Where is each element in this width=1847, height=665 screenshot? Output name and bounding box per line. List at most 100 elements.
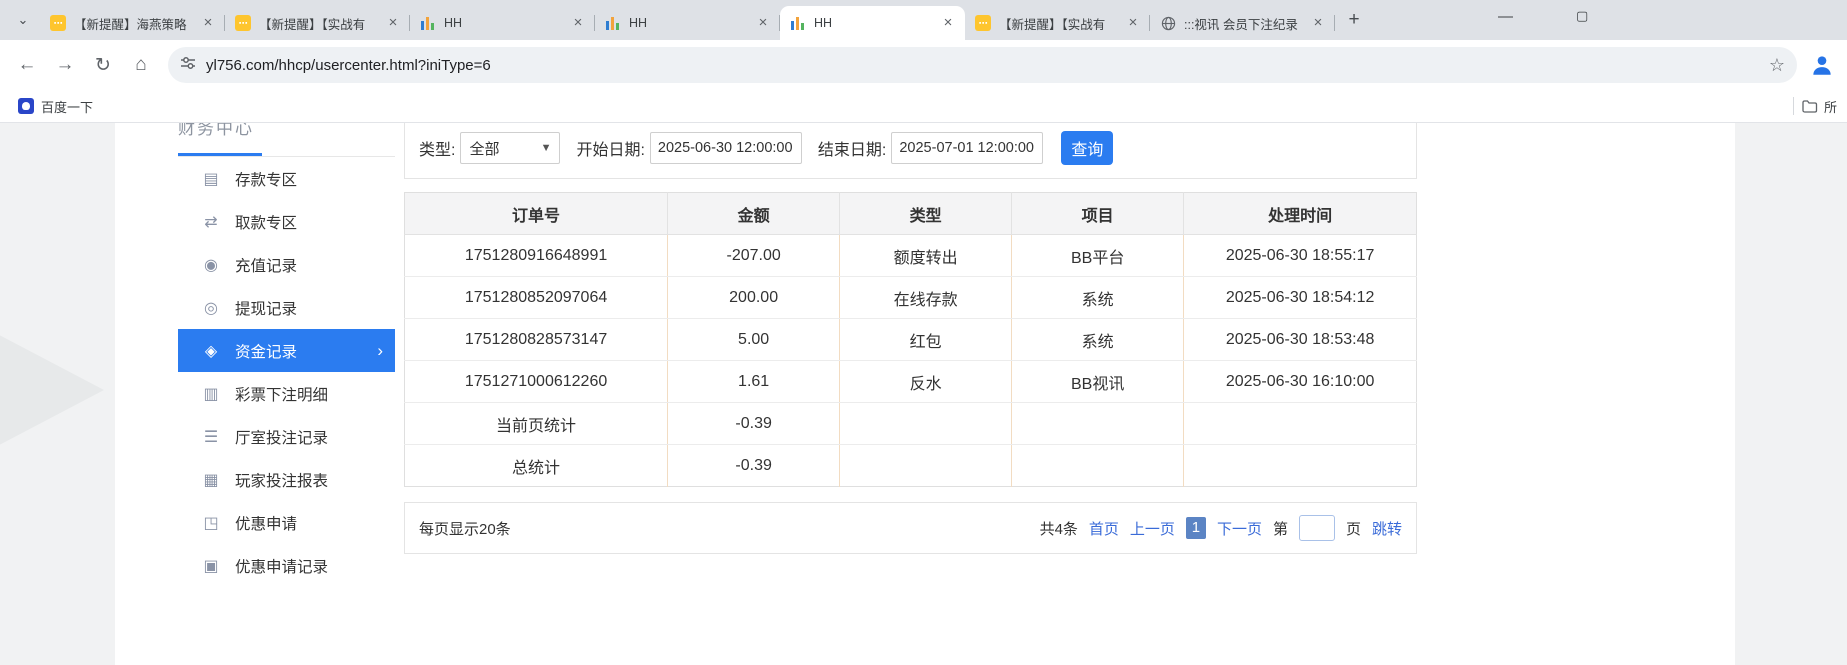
cell-amount: 200.00 (668, 277, 840, 319)
tab-3[interactable]: HH × (410, 6, 595, 40)
close-icon[interactable]: × (199, 14, 217, 32)
start-date-input[interactable] (650, 132, 802, 164)
query-button[interactable]: 查询 (1061, 131, 1113, 165)
coin-icon: ◉ (202, 255, 220, 275)
sidebar-item-lottery-bet-detail[interactable]: ▥ 彩票下注明细 (178, 372, 395, 415)
site-settings-icon[interactable] (180, 55, 196, 76)
cell-time: 2025-06-30 18:55:17 (1184, 235, 1417, 277)
next-page-link[interactable]: 下一页 (1217, 518, 1262, 539)
cash-out-icon: ◎ (202, 298, 220, 318)
jump-button[interactable]: 跳转 (1372, 518, 1402, 539)
url-text: yl756.com/hhcp/usercenter.html?iniType=6 (206, 57, 1759, 74)
sidebar-item-label: 充值记录 (235, 254, 297, 276)
jump-prefix: 第 (1273, 518, 1288, 539)
total-count-text: 共4条 (1040, 518, 1078, 539)
globe-icon (1160, 15, 1176, 31)
list-icon: ☰ (202, 427, 220, 447)
close-icon[interactable]: × (1309, 14, 1327, 32)
minimize-button[interactable]: — (1498, 8, 1513, 25)
home-icon[interactable]: ⌂ (124, 48, 158, 82)
tab-label: HH (814, 16, 931, 30)
report-icon: ▦ (202, 470, 220, 490)
chart-favicon-icon (790, 15, 806, 31)
cell-type: 反水 (840, 361, 1012, 403)
cell-amount: 5.00 (668, 319, 840, 361)
table-row-grand-total: 总统计 -0.39 (405, 445, 1417, 487)
tab-4[interactable]: HH × (595, 6, 780, 40)
tab-1[interactable]: ⋯ 【新提醒】海燕策略 × (40, 6, 225, 40)
sidebar-item-hall-bet-record[interactable]: ☰ 厅室投注记录 (178, 415, 395, 458)
sidebar-item-recharge-record[interactable]: ◉ 充值记录 (178, 243, 395, 286)
tab-7[interactable]: :::视讯 会员下注纪录 × (1150, 6, 1335, 40)
prev-page-link[interactable]: 上一页 (1130, 518, 1175, 539)
table-row-page-total: 当前页统计 -0.39 (405, 403, 1417, 445)
type-select[interactable]: 全部 ▼ (460, 132, 560, 164)
section-title: 财务中心 (178, 123, 395, 139)
header-order-no: 订单号 (405, 193, 668, 235)
page-left-background (0, 123, 115, 665)
chevron-down-icon: ▼ (541, 142, 552, 154)
sidebar-item-deposit-zone[interactable]: ▤ 存款专区 (178, 157, 395, 200)
cell-time: 2025-06-30 16:10:00 (1184, 361, 1417, 403)
address-bar[interactable]: yl756.com/hhcp/usercenter.html?iniType=6… (168, 47, 1797, 83)
first-page-link[interactable]: 首页 (1089, 518, 1119, 539)
cell-time: 2025-06-30 18:54:12 (1184, 277, 1417, 319)
cell-order-no: 1751280852097064 (405, 277, 668, 319)
tab-6[interactable]: ⋯ 【新提醒】【实战有 × (965, 6, 1150, 40)
sidebar-item-label: 优惠申请记录 (235, 555, 328, 577)
sidebar-item-withdraw-zone[interactable]: ⇄ 取款专区 (178, 200, 395, 243)
close-icon[interactable]: × (1124, 14, 1142, 32)
start-date-label: 开始日期: (576, 136, 644, 160)
profile-avatar[interactable] (1807, 50, 1837, 80)
tab-search-button[interactable]: ⌄ (10, 7, 36, 33)
sidebar-item-promo-apply[interactable]: ◳ 优惠申请 (178, 501, 395, 544)
header-process-time: 处理时间 (1184, 193, 1417, 235)
forward-icon[interactable]: → (48, 48, 82, 82)
page-jump-input[interactable] (1299, 515, 1335, 541)
sidebar-item-player-bet-report[interactable]: ▦ 玩家投注报表 (178, 458, 395, 501)
other-bookmarks-folder[interactable]: 所 (1802, 97, 1837, 116)
bookmark-star-icon[interactable]: ☆ (1769, 55, 1785, 76)
folder-icon (1802, 99, 1818, 113)
cell-time: 2025-06-30 18:53:48 (1184, 319, 1417, 361)
cell-order-no: 1751280916648991 (405, 235, 668, 277)
cell-type: 在线存款 (840, 277, 1012, 319)
sidebar-item-withdrawal-record[interactable]: ◎ 提现记录 (178, 286, 395, 329)
cell-project: BB平台 (1012, 235, 1184, 277)
current-page-indicator[interactable]: 1 (1186, 517, 1206, 539)
cell-project: BB视讯 (1012, 361, 1184, 403)
back-icon[interactable]: ← (10, 48, 44, 82)
close-icon[interactable]: × (569, 14, 587, 32)
cell-empty (840, 403, 1012, 445)
filter-bar: 类型: 全部 ▼ 开始日期: 结束日期: 查询 (404, 123, 1417, 179)
tab-label: 【新提醒】【实战有 (259, 14, 376, 33)
header-project: 项目 (1012, 193, 1184, 235)
watermark-triangle (0, 328, 104, 452)
other-bookmarks-label: 所 (1824, 97, 1837, 116)
baidu-icon (18, 98, 34, 114)
sidebar-item-funds-record[interactable]: ◈ 资金记录 › (178, 329, 395, 372)
cell-empty (1184, 403, 1417, 445)
reload-icon[interactable]: ↻ (86, 48, 120, 82)
pagination-controls: 共4条 首页 上一页 1 下一页 第 页 跳转 (1040, 515, 1402, 541)
close-icon[interactable]: × (754, 14, 772, 32)
bookmarks-right: 所 (1793, 97, 1837, 116)
type-select-value: 全部 (469, 138, 499, 159)
sidebar-item-promo-apply-record[interactable]: ▣ 优惠申请记录 (178, 544, 395, 587)
page-content: 财务中心 ▤ 存款专区 ⇄ 取款专区 ◉ 充值记录 ◎ 提现记录 (115, 123, 1735, 665)
cell-amount: -207.00 (668, 235, 840, 277)
tab-5-active[interactable]: HH × (780, 6, 965, 40)
header-amount: 金额 (668, 193, 840, 235)
end-date-input[interactable] (891, 132, 1043, 164)
new-tab-button[interactable]: + (1341, 7, 1367, 33)
table-header-row: 订单号 金额 类型 项目 处理时间 (405, 193, 1417, 235)
cell-label: 当前页统计 (405, 403, 668, 445)
cell-empty (840, 445, 1012, 487)
tab-2[interactable]: ⋯ 【新提醒】【实战有 × (225, 6, 410, 40)
bookmark-baidu[interactable]: 百度一下 (10, 94, 101, 119)
close-icon[interactable]: × (384, 14, 402, 32)
active-section-underline (178, 153, 262, 156)
gift-icon: ◳ (202, 513, 220, 533)
maximize-button[interactable]: ▢ (1576, 8, 1588, 24)
close-icon[interactable]: × (939, 14, 957, 32)
